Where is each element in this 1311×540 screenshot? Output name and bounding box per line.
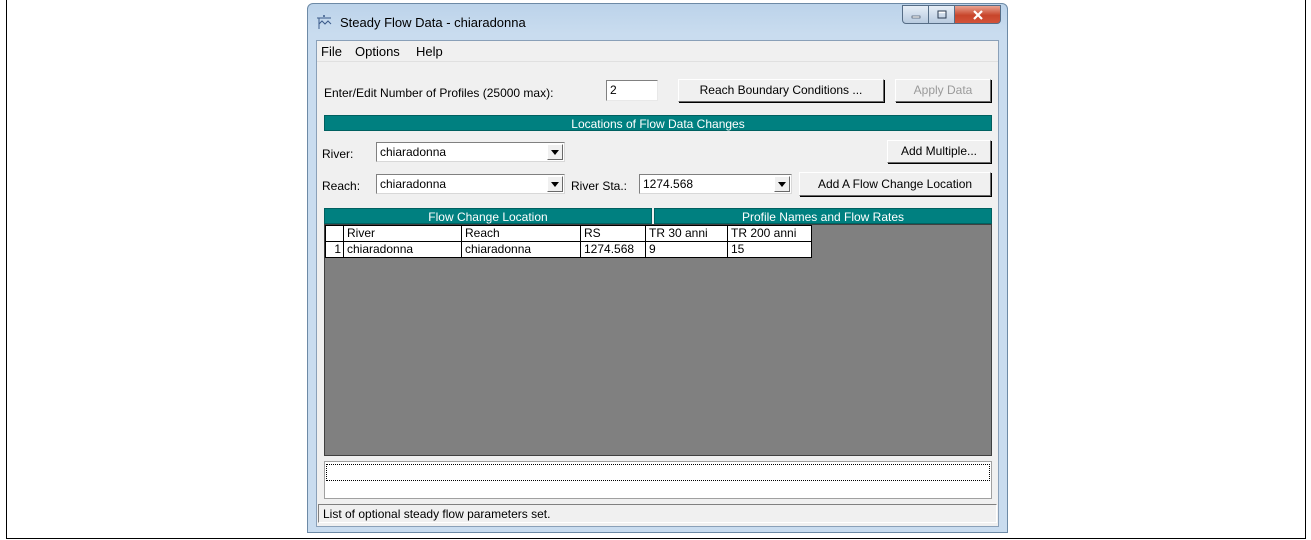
add-multiple-button[interactable]: Add Multiple... [887, 140, 991, 163]
river-station-label: River Sta.: [571, 179, 628, 193]
row-number[interactable]: 1 [325, 241, 344, 258]
profiles-label: Enter/Edit Number of Profiles (25000 max… [324, 86, 554, 100]
minimize-button[interactable] [902, 5, 929, 24]
flow-data-grid: River Reach RS TR 30 anni TR 200 anni 1 … [324, 224, 992, 456]
column-header-rs[interactable]: RS [580, 225, 646, 242]
minimize-icon [911, 15, 920, 18]
menu-options[interactable]: Options [355, 44, 400, 59]
corner-cell [325, 225, 344, 242]
menu-bar: File Options Help [317, 41, 998, 62]
profiles-count-input[interactable]: 2 [606, 80, 658, 101]
river-station-select-value: 1274.568 [643, 177, 694, 191]
reach-label: Reach: [322, 179, 361, 193]
river-label: River: [322, 147, 354, 161]
cell-tr200[interactable]: 15 [727, 241, 812, 258]
table-row: 1 chiaradonna chiaradonna 1274.568 9 15 [325, 241, 812, 258]
reach-boundary-conditions-button[interactable]: Reach Boundary Conditions ... [678, 79, 884, 102]
chevron-down-icon [551, 181, 559, 187]
reach-select-value: chiaradonna [380, 177, 447, 191]
menu-file[interactable]: File [321, 44, 342, 59]
client-area: File Options Help Enter/Edit Number of P… [316, 40, 999, 527]
window-title: Steady Flow Data - chiaradonna [340, 15, 526, 30]
column-header-river[interactable]: River [343, 225, 462, 242]
maximize-icon [937, 10, 946, 19]
river-station-dropdown-arrow[interactable] [774, 176, 790, 192]
hec-ras-flow-icon [317, 15, 332, 29]
flow-change-location-header: Flow Change Location [324, 208, 652, 224]
river-dropdown-arrow[interactable] [547, 144, 563, 160]
caption-buttons [902, 5, 1001, 25]
status-bar: List of optional steady flow parameters … [318, 504, 997, 523]
close-icon [972, 9, 983, 20]
chevron-down-icon [778, 181, 786, 187]
table-header-row: River Reach RS TR 30 anni TR 200 anni [325, 225, 812, 242]
reach-dropdown-arrow[interactable] [547, 176, 563, 192]
locations-header: Locations of Flow Data Changes [324, 115, 992, 131]
description-focus-line [326, 464, 990, 481]
river-station-select[interactable]: 1274.568 [639, 174, 792, 194]
apply-data-button[interactable]: Apply Data [895, 79, 991, 102]
close-button[interactable] [955, 5, 1001, 24]
column-header-tr30[interactable]: TR 30 anni [645, 225, 728, 242]
profile-names-header: Profile Names and Flow Rates [654, 208, 992, 224]
maximize-button[interactable] [929, 5, 955, 24]
menu-help[interactable]: Help [416, 44, 443, 59]
cell-river[interactable]: chiaradonna [343, 241, 462, 258]
cell-tr30[interactable]: 9 [645, 241, 728, 258]
column-header-tr200[interactable]: TR 200 anni [727, 225, 812, 242]
steady-flow-window: Steady Flow Data - chiaradonna File Opti… [307, 3, 1008, 533]
cell-reach[interactable]: chiaradonna [461, 241, 581, 258]
add-flow-change-location-button[interactable]: Add A Flow Change Location [799, 172, 991, 196]
cell-rs[interactable]: 1274.568 [580, 241, 646, 258]
reach-select[interactable]: chiaradonna [376, 174, 565, 194]
river-select-value: chiaradonna [380, 145, 447, 159]
title-bar[interactable]: Steady Flow Data - chiaradonna [308, 4, 1007, 40]
flow-data-table: River Reach RS TR 30 anni TR 200 anni 1 … [325, 225, 812, 258]
chevron-down-icon [551, 149, 559, 155]
river-select[interactable]: chiaradonna [376, 142, 565, 162]
description-box[interactable] [324, 461, 992, 499]
column-header-reach[interactable]: Reach [461, 225, 581, 242]
